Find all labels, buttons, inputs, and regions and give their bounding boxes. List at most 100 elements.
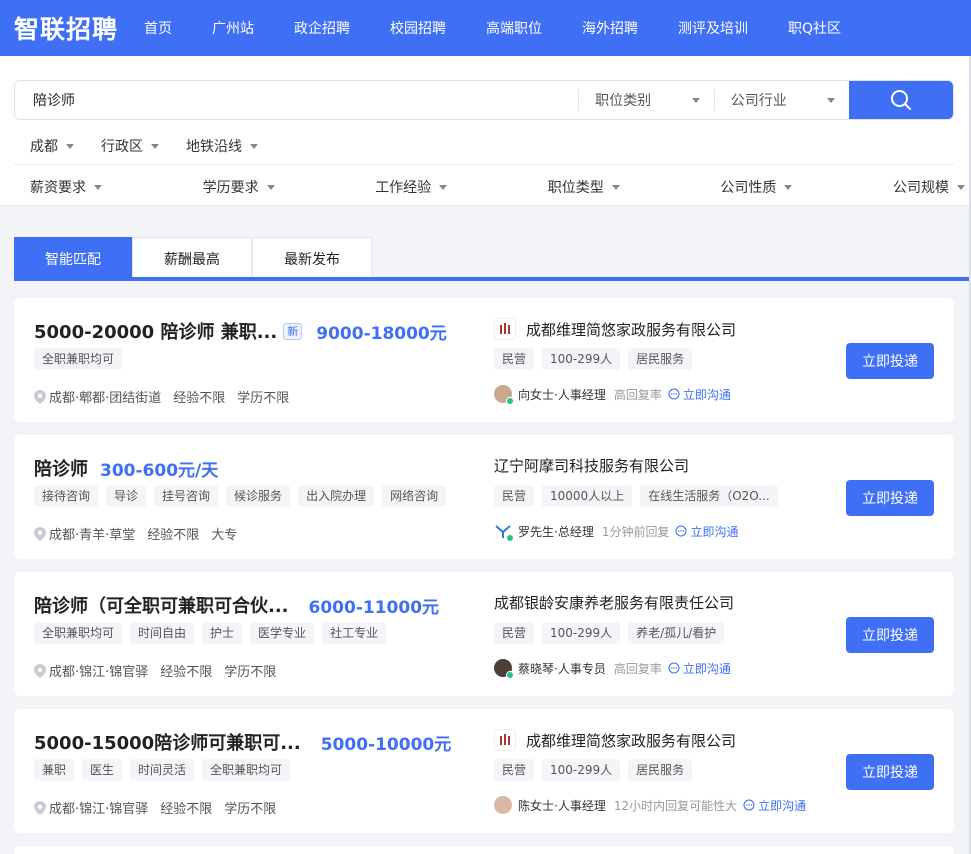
next-job-card-edge bbox=[14, 846, 954, 854]
tab-smart-match[interactable]: 智能匹配 bbox=[14, 237, 132, 279]
job-title[interactable]: 陪诊师 bbox=[34, 455, 88, 481]
company-tags: 民营 100-299人 居民服务 bbox=[494, 759, 693, 781]
job-tag: 导诊 bbox=[106, 485, 147, 507]
subway-dropdown[interactable]: 地铁沿线 bbox=[186, 136, 258, 156]
experience-filter-label: 工作经验 bbox=[375, 180, 432, 196]
industry-select[interactable]: 公司行业 bbox=[715, 90, 850, 110]
industry-label: 公司行业 bbox=[730, 93, 787, 109]
job-title[interactable]: 陪诊师（可全职可兼职可合伙... bbox=[34, 592, 289, 618]
apply-button[interactable]: 立即投递 bbox=[846, 480, 934, 516]
avatar bbox=[494, 385, 514, 405]
apply-button[interactable]: 立即投递 bbox=[846, 343, 934, 379]
chat-icon bbox=[743, 799, 755, 811]
recruiter-row: 向女士·人事经理 高回复率 立即沟通 bbox=[494, 385, 731, 405]
job-title[interactable]: 5000-20000 陪诊师 兼职... bbox=[34, 318, 277, 344]
chat-link[interactable]: 立即沟通 bbox=[675, 523, 738, 540]
site-logo-text: 智联招聘 bbox=[14, 15, 119, 44]
job-education: 大专 bbox=[211, 528, 238, 543]
job-tag: 出入院办理 bbox=[298, 485, 375, 507]
recruiter-name: 罗先生·总经理 bbox=[518, 524, 594, 539]
salary-filter[interactable]: 薪资要求 bbox=[30, 177, 102, 197]
job-type-filter[interactable]: 职位类型 bbox=[548, 177, 620, 197]
recruiter-row: 罗先生·总经理 1分钟前回复 立即沟通 bbox=[494, 522, 738, 542]
job-tag: 全职兼职均可 bbox=[202, 759, 291, 781]
avatar bbox=[494, 796, 512, 814]
nav-campus[interactable]: 校园招聘 bbox=[390, 18, 446, 38]
apply-button[interactable]: 立即投递 bbox=[846, 617, 934, 653]
search-input[interactable] bbox=[15, 81, 579, 119]
company-name[interactable]: 成都维理简悠家政服务有限公司 bbox=[526, 730, 736, 751]
chevron-down-icon bbox=[94, 184, 102, 190]
district-dropdown[interactable]: 行政区 bbox=[101, 136, 159, 156]
tab-latest[interactable]: 最新发布 bbox=[252, 237, 372, 279]
job-tag: 兼职 bbox=[34, 759, 75, 781]
tab-underline bbox=[14, 277, 971, 281]
job-card[interactable]: 5000-20000 陪诊师 兼职... 新 9000-18000元 全职兼职均… bbox=[14, 298, 954, 422]
nav-home[interactable]: 首页 bbox=[144, 18, 172, 38]
job-experience: 经验不限 bbox=[160, 665, 213, 680]
company-tags: 民营 10000人以上 在线生活服务（O2O... bbox=[494, 485, 778, 507]
education-filter[interactable]: 学历要求 bbox=[203, 177, 275, 197]
job-salary: 9000-18000元 bbox=[316, 323, 447, 344]
job-card[interactable]: 陪诊师（可全职可兼职可合伙... 6000-11000元 全职兼职均可 时间自由… bbox=[14, 572, 954, 696]
company-name[interactable]: 成都银龄安康养老服务有限责任公司 bbox=[494, 592, 734, 613]
job-location: 成都·锦江·锦官驿 bbox=[34, 661, 148, 680]
subway-label: 地铁沿线 bbox=[186, 139, 242, 155]
location-pin-icon bbox=[34, 526, 46, 541]
company-tag: 100-299人 bbox=[542, 622, 621, 644]
job-tags: 全职兼职均可 bbox=[34, 348, 123, 370]
chat-link[interactable]: 立即沟通 bbox=[668, 386, 731, 403]
company-name[interactable]: 成都维理简悠家政服务有限公司 bbox=[526, 319, 736, 340]
job-title[interactable]: 5000-15000陪诊师可兼职可... bbox=[34, 729, 301, 755]
company-tags: 民营 100-299人 居民服务 bbox=[494, 348, 693, 370]
job-education: 学历不限 bbox=[237, 391, 290, 406]
job-meta: 成都·青羊·草堂 经验不限 大专 bbox=[34, 524, 237, 543]
top-nav: 智联招聘 首页 广州站 政企招聘 校园招聘 高端职位 海外招聘 测评及培训 职Q… bbox=[0, 0, 971, 56]
job-location-text: 成都·青羊·草堂 bbox=[49, 528, 136, 543]
recruiter-row: 陈女士·人事经理 12小时内回复可能性大 立即沟通 bbox=[494, 796, 806, 814]
job-card[interactable]: 5000-15000陪诊师可兼职可... 5000-10000元 兼职 医生 时… bbox=[14, 709, 954, 833]
chat-link[interactable]: 立即沟通 bbox=[743, 797, 806, 814]
salary-filter-label: 薪资要求 bbox=[30, 180, 86, 196]
company-tag: 居民服务 bbox=[628, 759, 693, 781]
company-tag: 民营 bbox=[494, 348, 535, 370]
company-tag: 100-299人 bbox=[542, 348, 621, 370]
nav-government[interactable]: 政企招聘 bbox=[294, 18, 350, 38]
job-location: 成都·锦江·锦官驿 bbox=[34, 798, 148, 817]
company-tag: 养老/孤儿/看护 bbox=[628, 622, 725, 644]
job-category-select[interactable]: 职位类别 bbox=[579, 90, 714, 110]
nav-senior[interactable]: 高端职位 bbox=[486, 18, 542, 38]
nav-community[interactable]: 职Q社区 bbox=[788, 18, 841, 38]
search-button[interactable] bbox=[849, 81, 953, 119]
job-tag: 医学专业 bbox=[250, 622, 315, 644]
job-title-row: 陪诊师 300-600元/天 bbox=[34, 455, 218, 481]
job-meta: 成都·锦江·锦官驿 经验不限 学历不限 bbox=[34, 798, 276, 817]
company-tag: 10000人以上 bbox=[542, 485, 633, 507]
company-nature-filter[interactable]: 公司性质 bbox=[720, 177, 793, 197]
company-name[interactable]: 辽宁阿摩司科技服务有限公司 bbox=[494, 455, 689, 476]
nav-overseas[interactable]: 海外招聘 bbox=[582, 18, 638, 38]
apply-button[interactable]: 立即投递 bbox=[846, 754, 934, 790]
company-row: 成都银龄安康养老服务有限责任公司 bbox=[494, 592, 734, 613]
company-size-filter[interactable]: 公司规模 bbox=[893, 177, 965, 197]
job-location: 成都·郫都·团结街道 bbox=[34, 387, 161, 406]
chat-link[interactable]: 立即沟通 bbox=[668, 660, 731, 677]
nav-assessment[interactable]: 测评及培训 bbox=[678, 18, 748, 38]
chat-icon bbox=[668, 662, 680, 674]
experience-filter[interactable]: 工作经验 bbox=[375, 177, 448, 197]
chat-label: 立即沟通 bbox=[682, 387, 731, 402]
chat-label: 立即沟通 bbox=[690, 524, 739, 539]
job-title-row: 5000-15000陪诊师可兼职可... 5000-10000元 bbox=[34, 729, 451, 755]
city-dropdown[interactable]: 成都 bbox=[30, 136, 74, 156]
site-logo[interactable]: 智联招聘 bbox=[14, 10, 118, 46]
job-experience: 经验不限 bbox=[147, 528, 200, 543]
company-tag: 居民服务 bbox=[628, 348, 693, 370]
chevron-down-icon bbox=[691, 97, 700, 103]
job-location: 成都·青羊·草堂 bbox=[34, 524, 135, 543]
nav-guangzhou[interactable]: 广州站 bbox=[212, 18, 254, 38]
job-location-text: 成都·锦江·锦官驿 bbox=[49, 802, 149, 817]
job-meta: 成都·郫都·团结街道 经验不限 学历不限 bbox=[34, 387, 289, 406]
tab-highest-salary[interactable]: 薪酬最高 bbox=[132, 237, 252, 279]
job-card[interactable]: 陪诊师 300-600元/天 接待咨询 导诊 挂号咨询 候诊服务 出入院办理 网… bbox=[14, 435, 954, 559]
job-salary: 6000-11000元 bbox=[308, 597, 440, 618]
